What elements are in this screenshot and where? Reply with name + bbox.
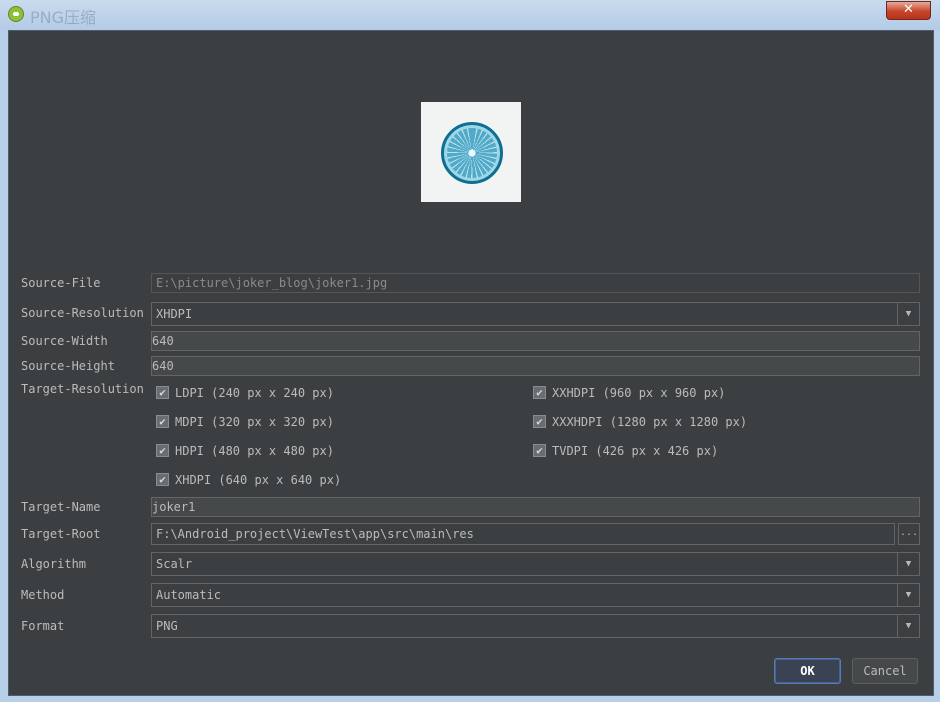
window-frame-left — [0, 30, 8, 702]
dialog-panel: Source-File E:\picture\joker_blog\joker1… — [8, 30, 934, 696]
checkbox-mdpi-label: MDPI (320 px x 320 px) — [175, 415, 334, 429]
format-label: Format — [21, 619, 65, 633]
checkbox-xxxhdpi-label: XXXHDPI (1280 px x 1280 px) — [552, 415, 748, 429]
algorithm-value: Scalr — [156, 557, 193, 571]
cancel-button[interactable]: Cancel — [852, 658, 918, 684]
android-app-icon — [8, 6, 24, 22]
source-width-label: Source-Width — [21, 334, 108, 348]
source-file-label: Source-File — [21, 276, 101, 290]
chevron-down-icon[interactable]: ▼ — [897, 584, 919, 606]
window-title: PNG压缩 — [30, 8, 97, 27]
source-height-field[interactable]: 640 — [151, 356, 920, 376]
check-icon[interactable]: ✔ — [533, 386, 546, 399]
format-value: PNG — [156, 619, 178, 633]
method-label: Method — [21, 588, 65, 602]
source-file-field[interactable]: E:\picture\joker_blog\joker1.jpg — [151, 273, 920, 293]
target-name-label: Target-Name — [21, 500, 101, 514]
algorithm-select[interactable]: Scalr ▼ — [151, 552, 920, 576]
check-icon[interactable]: ✔ — [156, 386, 169, 399]
check-icon[interactable]: ✔ — [156, 415, 169, 428]
target-resolution-label: Target-Resolution — [21, 382, 144, 396]
chevron-down-icon[interactable]: ▼ — [897, 303, 919, 325]
method-select[interactable]: Automatic ▼ — [151, 583, 920, 607]
checkbox-ldpi-label: LDPI (240 px x 240 px) — [175, 386, 334, 400]
format-select[interactable]: PNG ▼ — [151, 614, 920, 638]
check-icon[interactable]: ✔ — [533, 444, 546, 457]
checkbox-tvdpi-label: TVDPI (426 px x 426 px) — [552, 444, 719, 458]
target-name-field[interactable]: joker1 — [151, 497, 920, 517]
source-resolution-value: XHDPI — [156, 307, 193, 321]
image-preview — [421, 102, 521, 202]
target-root-field[interactable]: F:\Android_project\ViewTest\app\src\main… — [151, 523, 895, 545]
source-width-field[interactable]: 640 — [151, 331, 920, 351]
ok-button[interactable]: OK — [774, 658, 841, 684]
chevron-down-icon[interactable]: ▼ — [897, 553, 919, 575]
lemon-slice-image — [441, 122, 503, 184]
check-icon[interactable]: ✔ — [533, 415, 546, 428]
title-bar: PNG压缩 ✕ — [0, 0, 940, 30]
target-root-label: Target-Root — [21, 527, 101, 541]
checkbox-hdpi-label: HDPI (480 px x 480 px) — [175, 444, 334, 458]
browse-button[interactable]: ... — [898, 523, 920, 545]
method-value: Automatic — [156, 588, 222, 602]
close-button[interactable]: ✕ — [886, 1, 931, 20]
check-icon[interactable]: ✔ — [156, 444, 169, 457]
algorithm-label: Algorithm — [21, 557, 87, 571]
source-resolution-select[interactable]: XHDPI ▼ — [151, 302, 920, 326]
window-frame-bottom — [0, 696, 940, 702]
chevron-down-icon[interactable]: ▼ — [897, 615, 919, 637]
source-resolution-label: Source-Resolution — [21, 306, 144, 320]
source-height-label: Source-Height — [21, 359, 115, 373]
checkbox-xxhdpi-label: XXHDPI (960 px x 960 px) — [552, 386, 726, 400]
check-icon[interactable]: ✔ — [156, 473, 169, 486]
checkbox-xhdpi-label: XHDPI (640 px x 640 px) — [175, 473, 342, 487]
window-frame-right — [934, 30, 940, 702]
